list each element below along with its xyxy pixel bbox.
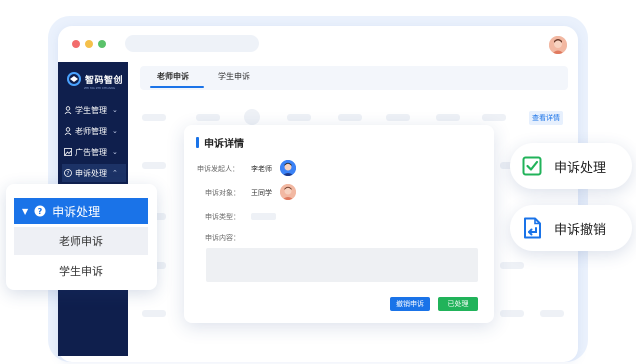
- table-cell-placeholder: [287, 114, 311, 121]
- teacher-avatar: [280, 160, 296, 176]
- table-cell-placeholder: [540, 310, 564, 317]
- view-details-link[interactable]: 查看详情: [529, 111, 563, 125]
- appeal-revoke-pill[interactable]: 申诉撤销: [510, 205, 632, 251]
- sidebar-item-ads[interactable]: 广告管理 ⌄: [62, 143, 126, 161]
- table-cell-placeholder: [142, 114, 166, 121]
- help-circle-icon: ?: [34, 205, 46, 217]
- svg-text:?: ?: [67, 171, 70, 177]
- table-cell-placeholder: [436, 114, 460, 121]
- content-label: 申诉内容：: [205, 234, 240, 242]
- user-icon: [64, 106, 72, 114]
- menu-item-student-appeals[interactable]: 学生申诉: [14, 258, 148, 284]
- minimize-dot[interactable]: [85, 40, 93, 48]
- menu-header[interactable]: ▼ ? 申诉处理: [14, 198, 148, 224]
- initiator-value: 李老师: [251, 165, 272, 173]
- caret-down-icon: ▼: [22, 206, 29, 216]
- sidebar-item-label: 广告管理: [75, 147, 107, 157]
- processed-button[interactable]: 已处理: [438, 297, 478, 311]
- sidebar-item-students[interactable]: 学生管理 ⌄: [62, 101, 126, 119]
- teacher-icon: [64, 127, 72, 135]
- student-avatar-icon: [280, 184, 296, 200]
- initiator-label: 申诉发起人：: [197, 165, 239, 173]
- appeal-detail-card: [184, 125, 494, 323]
- check-square-icon: [522, 156, 542, 176]
- menu-header-label: 申诉处理: [52, 204, 101, 219]
- tab-student-appeals[interactable]: 学生申诉: [218, 71, 250, 82]
- appeal-revoke-label: 申诉撤销: [554, 222, 607, 238]
- chevron-down-icon: ⌄: [112, 106, 118, 114]
- appeal-process-label: 申诉处理: [554, 160, 607, 176]
- target-value: 王同学: [251, 189, 272, 197]
- image-icon: [64, 148, 72, 156]
- type-value-placeholder: [251, 213, 276, 220]
- chevron-down-icon: ⌄: [112, 127, 118, 135]
- detail-title-text: 申诉详情: [204, 139, 244, 150]
- content-textarea[interactable]: [206, 248, 478, 282]
- svg-text:?: ?: [38, 207, 43, 216]
- sidebar-item-label: 学生管理: [75, 105, 107, 115]
- type-label: 申诉类型：: [205, 213, 240, 221]
- teacher-avatar-icon: [280, 160, 296, 176]
- title-accent-bar: [196, 137, 199, 148]
- help-circle-icon: ?: [64, 169, 72, 177]
- app-logo: 智码智创: [66, 72, 123, 86]
- sidebar-item-appeals[interactable]: ? 申诉处理 ⌃: [62, 164, 126, 182]
- table-avatar-placeholder: [244, 109, 260, 125]
- undo-document-icon: [524, 217, 541, 239]
- detail-title: 申诉详情: [196, 135, 244, 150]
- address-bar[interactable]: [125, 35, 259, 52]
- table-cell-placeholder: [386, 114, 410, 121]
- table-cell-placeholder: [500, 310, 524, 317]
- revoke-appeal-button[interactable]: 撤销申诉: [390, 297, 430, 311]
- menu-item-teacher-appeals[interactable]: 老师申诉: [14, 227, 148, 255]
- table-cell-placeholder: [142, 310, 166, 317]
- close-dot[interactable]: [72, 40, 80, 48]
- table-cell-placeholder: [482, 114, 506, 121]
- logo-text: 智码智创: [85, 75, 124, 86]
- appeal-process-pill[interactable]: 申诉处理: [510, 143, 632, 189]
- chevron-down-icon: ⌄: [112, 148, 118, 156]
- logo-icon: [67, 72, 81, 86]
- sidebar-item-label: 申诉处理: [75, 168, 107, 178]
- logo-subtitle: ZHI MA ZHI CHUANG: [84, 86, 116, 90]
- chevron-up-icon: ⌃: [112, 169, 118, 177]
- sidebar-item-teachers[interactable]: 老师管理 ⌄: [62, 122, 126, 140]
- tab-bar: [140, 66, 568, 90]
- table-cell-placeholder: [500, 262, 524, 269]
- tab-teacher-appeals[interactable]: 老师申诉: [157, 71, 189, 82]
- stage: 智码智创 ZHI MA ZHI CHUANG 学生管理 ⌄ 老师管理 ⌄ 广告管…: [0, 0, 636, 364]
- avatar-face-icon: [549, 36, 567, 54]
- student-avatar: [280, 184, 296, 200]
- sidebar-item-label: 老师管理: [75, 126, 107, 136]
- table-cell-placeholder: [142, 162, 166, 169]
- active-tab-indicator: [150, 86, 204, 88]
- target-label: 申诉对象：: [205, 189, 240, 197]
- table-cell-placeholder: [338, 114, 362, 121]
- user-avatar[interactable]: [549, 36, 567, 54]
- table-cell-placeholder: [196, 114, 220, 121]
- maximize-dot[interactable]: [98, 40, 106, 48]
